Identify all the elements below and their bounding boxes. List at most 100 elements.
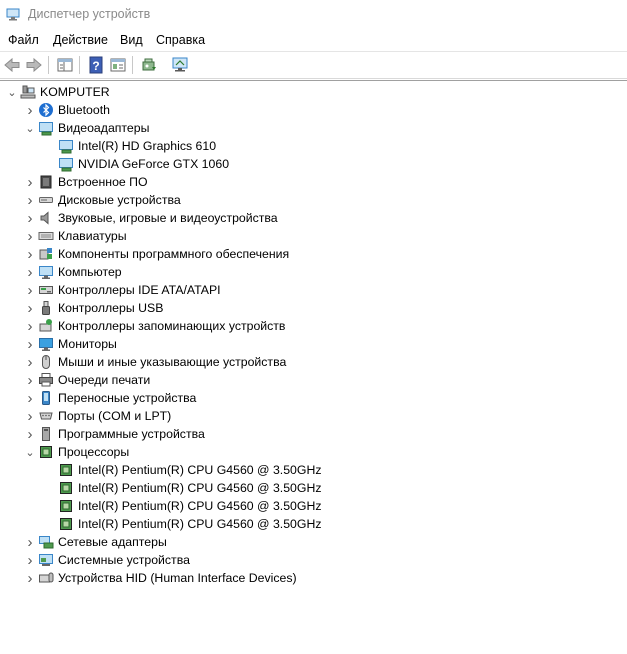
chevron-right-icon[interactable]: ›: [24, 371, 36, 389]
display-adapter-icon: [58, 138, 74, 154]
tree-device[interactable]: Intel(R) Pentium(R) CPU G4560 @ 3.50GHz: [44, 515, 321, 533]
tree-category[interactable]: › Переносные устройства: [24, 389, 197, 407]
tree-item-label: Intel(R) Pentium(R) CPU G4560 @ 3.50GHz: [78, 499, 322, 513]
tree-device[interactable]: Intel(R) Pentium(R) CPU G4560 @ 3.50GHz: [44, 461, 321, 479]
arrow-left-icon: [4, 57, 20, 73]
tree-category[interactable]: ⌄ Видеоадаптеры: [24, 119, 149, 137]
ide-controller-icon: [38, 282, 54, 298]
menu-view[interactable]: Вид: [120, 33, 143, 47]
processor-icon: [58, 516, 74, 532]
processor-icon: [38, 444, 54, 460]
chevron-right-icon[interactable]: ›: [24, 227, 36, 245]
chevron-right-icon[interactable]: ›: [24, 299, 36, 317]
chevron-right-icon[interactable]: ›: [24, 245, 36, 263]
tree-category[interactable]: › Контроллеры запоминающих устройств: [24, 317, 286, 335]
portable-device-icon: [38, 390, 54, 406]
tree-category[interactable]: › Системные устройства: [24, 551, 190, 569]
svg-text:?: ?: [92, 59, 99, 73]
forward-button[interactable]: [24, 55, 44, 75]
title-bar: Диспетчер устройств: [0, 0, 627, 29]
chevron-right-icon[interactable]: ›: [24, 191, 36, 209]
tree-category[interactable]: ⌄ Процессоры: [24, 443, 129, 461]
tree-item-label: Bluetooth: [58, 103, 110, 117]
tree-item-label: Процессоры: [58, 445, 130, 459]
tree-item-label: Видеоадаптеры: [58, 121, 150, 135]
tree-device[interactable]: NVIDIA GeForce GTX 1060: [44, 155, 229, 173]
tree-category[interactable]: › Дисковые устройства: [24, 191, 181, 209]
tree-item-label: Устройства HID (Human Interface Devices): [58, 571, 297, 585]
keyboard-icon: [38, 228, 54, 244]
chevron-right-icon[interactable]: ›: [24, 281, 36, 299]
tree-item-label: Встроенное ПО: [58, 175, 148, 189]
tree-category[interactable]: › Мониторы: [24, 335, 117, 353]
processor-icon: [58, 498, 74, 514]
back-button[interactable]: [2, 55, 22, 75]
tree-category[interactable]: › Сетевые адаптеры: [24, 533, 167, 551]
tree-category[interactable]: › Контроллеры USB: [24, 299, 164, 317]
network-adapter-icon: [38, 534, 54, 550]
chevron-right-icon[interactable]: ›: [24, 173, 36, 191]
tree-category[interactable]: › Мыши и иные указывающие устройства: [24, 353, 287, 371]
computer-icon: [20, 84, 36, 100]
chevron-right-icon[interactable]: ›: [24, 263, 36, 281]
chevron-right-icon[interactable]: ›: [24, 353, 36, 371]
scan-hardware-button[interactable]: [170, 55, 190, 75]
tree-item-label: Очереди печати: [58, 373, 151, 387]
window-title: Диспетчер устройств: [28, 7, 151, 21]
tree-device[interactable]: Intel(R) Pentium(R) CPU G4560 @ 3.50GHz: [44, 479, 321, 497]
tree-category[interactable]: › Контроллеры IDE ATA/ATAPI: [24, 281, 221, 299]
chevron-right-icon[interactable]: ›: [24, 533, 36, 551]
tree-item-label: Программные устройства: [58, 427, 205, 441]
chevron-down-icon[interactable]: ⌄: [24, 119, 36, 137]
tree-root-label: KOMPUTER: [40, 85, 110, 99]
chevron-right-icon[interactable]: ›: [24, 317, 36, 335]
chevron-right-icon[interactable]: ›: [24, 407, 36, 425]
chevron-right-icon[interactable]: ›: [24, 551, 36, 569]
help-button[interactable]: ?: [86, 55, 106, 75]
chevron-down-icon[interactable]: ⌄: [6, 83, 18, 101]
chevron-down-icon[interactable]: ⌄: [24, 443, 36, 461]
chevron-right-icon[interactable]: ›: [24, 425, 36, 443]
processor-icon: [58, 480, 74, 496]
tree-category[interactable]: › Встроенное ПО: [24, 173, 148, 191]
menu-file[interactable]: Файл: [8, 33, 39, 47]
tree-category[interactable]: › Компьютер: [24, 263, 122, 281]
chevron-right-icon[interactable]: ›: [24, 569, 36, 587]
arrow-right-icon: [26, 57, 42, 73]
monitor-icon: [38, 336, 54, 352]
tree-root[interactable]: ⌄ KOMPUTER: [6, 83, 110, 101]
chevron-right-icon[interactable]: ›: [24, 335, 36, 353]
bluetooth-icon: [38, 102, 54, 118]
help-icon: ?: [89, 56, 103, 74]
tree-category[interactable]: › Звуковые, игровые и видеоустройства: [24, 209, 278, 227]
chevron-right-icon[interactable]: ›: [24, 389, 36, 407]
properties-view-button[interactable]: [55, 55, 75, 75]
hid-icon: [38, 570, 54, 586]
tree-category[interactable]: › Компоненты программного обеспечения: [24, 245, 290, 263]
tree-category[interactable]: › Клавиатуры: [24, 227, 127, 245]
tree-category[interactable]: › Программные устройства: [24, 425, 205, 443]
tree-item-label: Переносные устройства: [58, 391, 197, 405]
menu-bar: Файл Действие Вид Справка: [0, 29, 627, 52]
storage-controller-icon: [38, 318, 54, 334]
chevron-right-icon[interactable]: ›: [24, 209, 36, 227]
properties-icon: [57, 58, 73, 72]
tree-category[interactable]: › Порты (COM и LPT): [24, 407, 172, 425]
update-driver-button[interactable]: [139, 55, 159, 75]
tree-category[interactable]: › Bluetooth: [24, 101, 110, 119]
device-manager-icon: [6, 8, 20, 21]
show-hide-button[interactable]: [108, 55, 128, 75]
tree-category[interactable]: › Очереди печати: [24, 371, 151, 389]
tree-device[interactable]: Intel(R) HD Graphics 610: [44, 137, 216, 155]
chevron-right-icon[interactable]: ›: [24, 101, 36, 119]
toolbar: ?: [0, 52, 627, 79]
tree-item-label: Системные устройства: [58, 553, 190, 567]
menu-help[interactable]: Справка: [156, 33, 205, 47]
firmware-icon: [38, 174, 54, 190]
menu-action[interactable]: Действие: [53, 33, 108, 47]
usb-icon: [38, 300, 54, 316]
tree-item-label: Сетевые адаптеры: [58, 535, 167, 549]
tree-device[interactable]: Intel(R) Pentium(R) CPU G4560 @ 3.50GHz: [44, 497, 321, 515]
tree-category[interactable]: › Устройства HID (Human Interface Devices…: [24, 569, 297, 587]
